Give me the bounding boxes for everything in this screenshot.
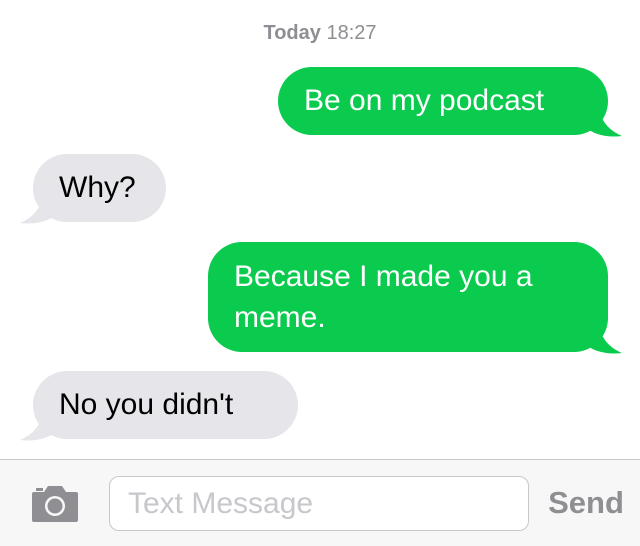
message-bubble-incoming[interactable]: Why? xyxy=(33,154,166,222)
message-text: No you didn't xyxy=(59,388,234,421)
message-bubble-incoming[interactable]: No you didn't xyxy=(33,371,298,439)
message-text: Why? xyxy=(59,171,136,204)
message-bubble-outgoing[interactable]: Be on my podcast xyxy=(278,67,608,135)
timestamp-time: 18:27 xyxy=(326,22,377,44)
message-text: Be on my podcast xyxy=(304,84,545,117)
message-bubble-outgoing[interactable]: Because I made you a meme. xyxy=(208,242,608,352)
message-composer: Send xyxy=(0,459,640,546)
conversation-timestamp: Today 18:27 xyxy=(0,22,640,45)
messages-screen: Today 18:27 Be on my podcast Why? Becaus… xyxy=(0,0,640,546)
timestamp-day: Today xyxy=(263,22,321,44)
send-button[interactable]: Send xyxy=(540,478,632,528)
message-text: Because I made you a meme. xyxy=(234,260,533,334)
camera-icon[interactable] xyxy=(30,484,80,524)
message-input[interactable] xyxy=(109,476,529,531)
